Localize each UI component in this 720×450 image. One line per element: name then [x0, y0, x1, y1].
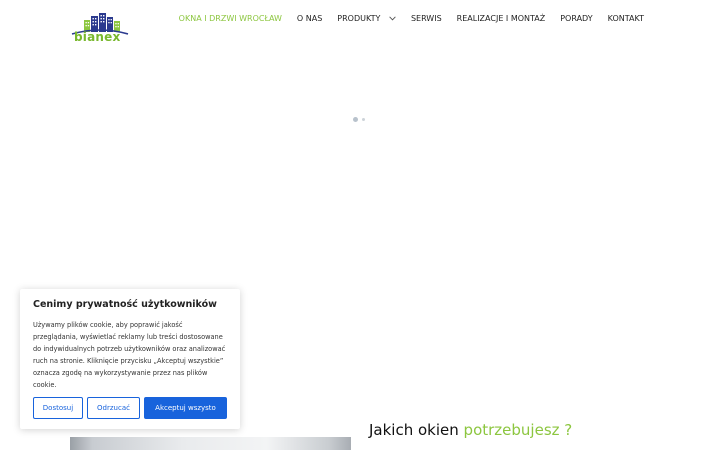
slider-dot[interactable] — [362, 118, 365, 121]
section-heading: Jakich okien potrzebujesz ? — [369, 421, 572, 439]
logo-text: bianex — [74, 30, 121, 44]
nav-item-o-nas[interactable]: O NAS — [297, 14, 322, 23]
section-heading-prefix: Jakich okien — [369, 421, 459, 439]
slider-dot-active[interactable] — [353, 117, 358, 122]
reject-button[interactable]: Odrzucać — [87, 397, 140, 419]
nav-item-serwis[interactable]: SERWIS — [411, 14, 442, 23]
window-photo — [70, 437, 351, 450]
nav-item-realizacje[interactable]: REALIZACJE I MONTAŻ — [457, 14, 546, 23]
cookie-consent-banner: Cenimy prywatność użytkowników Używamy p… — [20, 289, 240, 429]
chevron-down-icon — [389, 15, 396, 20]
cookie-buttons: Dostosuj Odrzucać Akceptuj wszysto — [33, 397, 227, 419]
customize-button[interactable]: Dostosuj — [33, 397, 83, 419]
nav-item-kontakt[interactable]: KONTAKT — [608, 14, 644, 23]
site-logo[interactable]: bianex — [70, 10, 130, 46]
cookie-title: Cenimy prywatność użytkowników — [33, 299, 217, 310]
main-navigation: OKNA I DRZWI WROCŁAW O NAS PRODUKTY SERW… — [179, 10, 644, 26]
nav-item-produkty-label: PRODUKTY — [337, 13, 381, 23]
accept-all-button[interactable]: Akceptuj wszysto — [144, 397, 227, 419]
slider-dots — [353, 117, 367, 123]
nav-item-porady[interactable]: PORADY — [560, 14, 592, 23]
page: bianex OKNA I DRZWI WROCŁAW O NAS PRODUK… — [0, 0, 720, 450]
nav-item-okna-drzwi[interactable]: OKNA I DRZWI WROCŁAW — [179, 14, 282, 23]
section-heading-accent: potrzebujesz ? — [463, 421, 573, 439]
nav-item-produkty[interactable]: PRODUKTY — [337, 14, 396, 23]
cookie-description: Używamy plików cookie, aby poprawić jako… — [33, 321, 226, 389]
